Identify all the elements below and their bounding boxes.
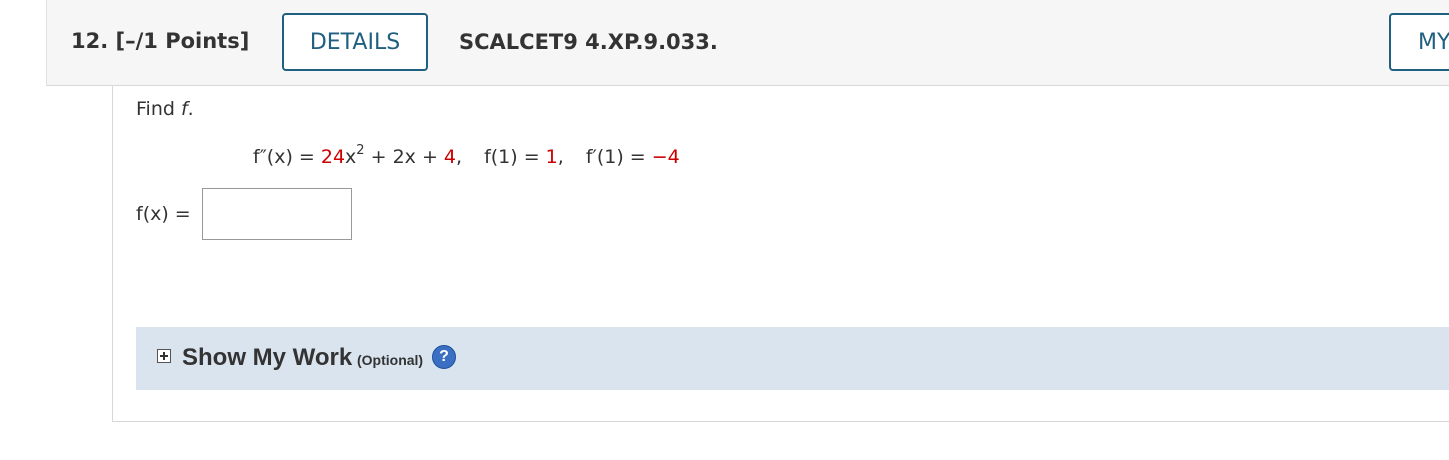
question-number-points: 12. [–/1 Points] (71, 29, 250, 53)
f1-value: 1 (545, 146, 558, 168)
separator-1: , (456, 146, 463, 168)
optional-label: (Optional) (357, 352, 424, 368)
answer-label: f(x) = (136, 203, 191, 225)
help-icon[interactable]: ? (432, 345, 456, 369)
question-header: 12. [–/1 Points] DETAILS SCALCET9 4.XP.9… (46, 0, 1449, 86)
my-notes-button[interactable]: MY (1389, 13, 1449, 71)
fprime-lhs: f′(1) = (585, 146, 652, 168)
details-button[interactable]: DETAILS (282, 13, 428, 71)
coefficient-value: 24 (320, 146, 346, 168)
constant-value: 4 (443, 146, 457, 168)
find-suffix: . (187, 98, 194, 120)
exponent: 2 (356, 143, 365, 158)
show-my-work-title[interactable]: Show My Work (182, 344, 352, 372)
second-derivative-lhs: f″(x) = (253, 146, 321, 168)
fprime-value: −4 (651, 146, 680, 168)
equation-middle: + 2x + (364, 146, 444, 168)
find-prefix: Find (136, 98, 181, 120)
answer-input[interactable] (202, 188, 352, 240)
problem-id: SCALCET9 4.XP.9.033. (459, 30, 718, 54)
separator-2: , (557, 146, 564, 168)
plus-box-icon[interactable] (157, 349, 171, 363)
x-term: x (345, 146, 357, 168)
question-body: Find f. f″(x) = 24x2 + 2x + 4, f(1) = 1, f… (112, 86, 1449, 422)
f1-lhs: f(1) = (484, 146, 546, 168)
find-variable: f (180, 98, 188, 120)
find-instruction: Find f. (136, 98, 194, 120)
given-equation: f″(x) = 24x2 + 2x + 4, f(1) = 1, f′(1) = −… (253, 143, 680, 168)
show-my-work-panel: Show My Work (Optional) ? (136, 327, 1449, 390)
